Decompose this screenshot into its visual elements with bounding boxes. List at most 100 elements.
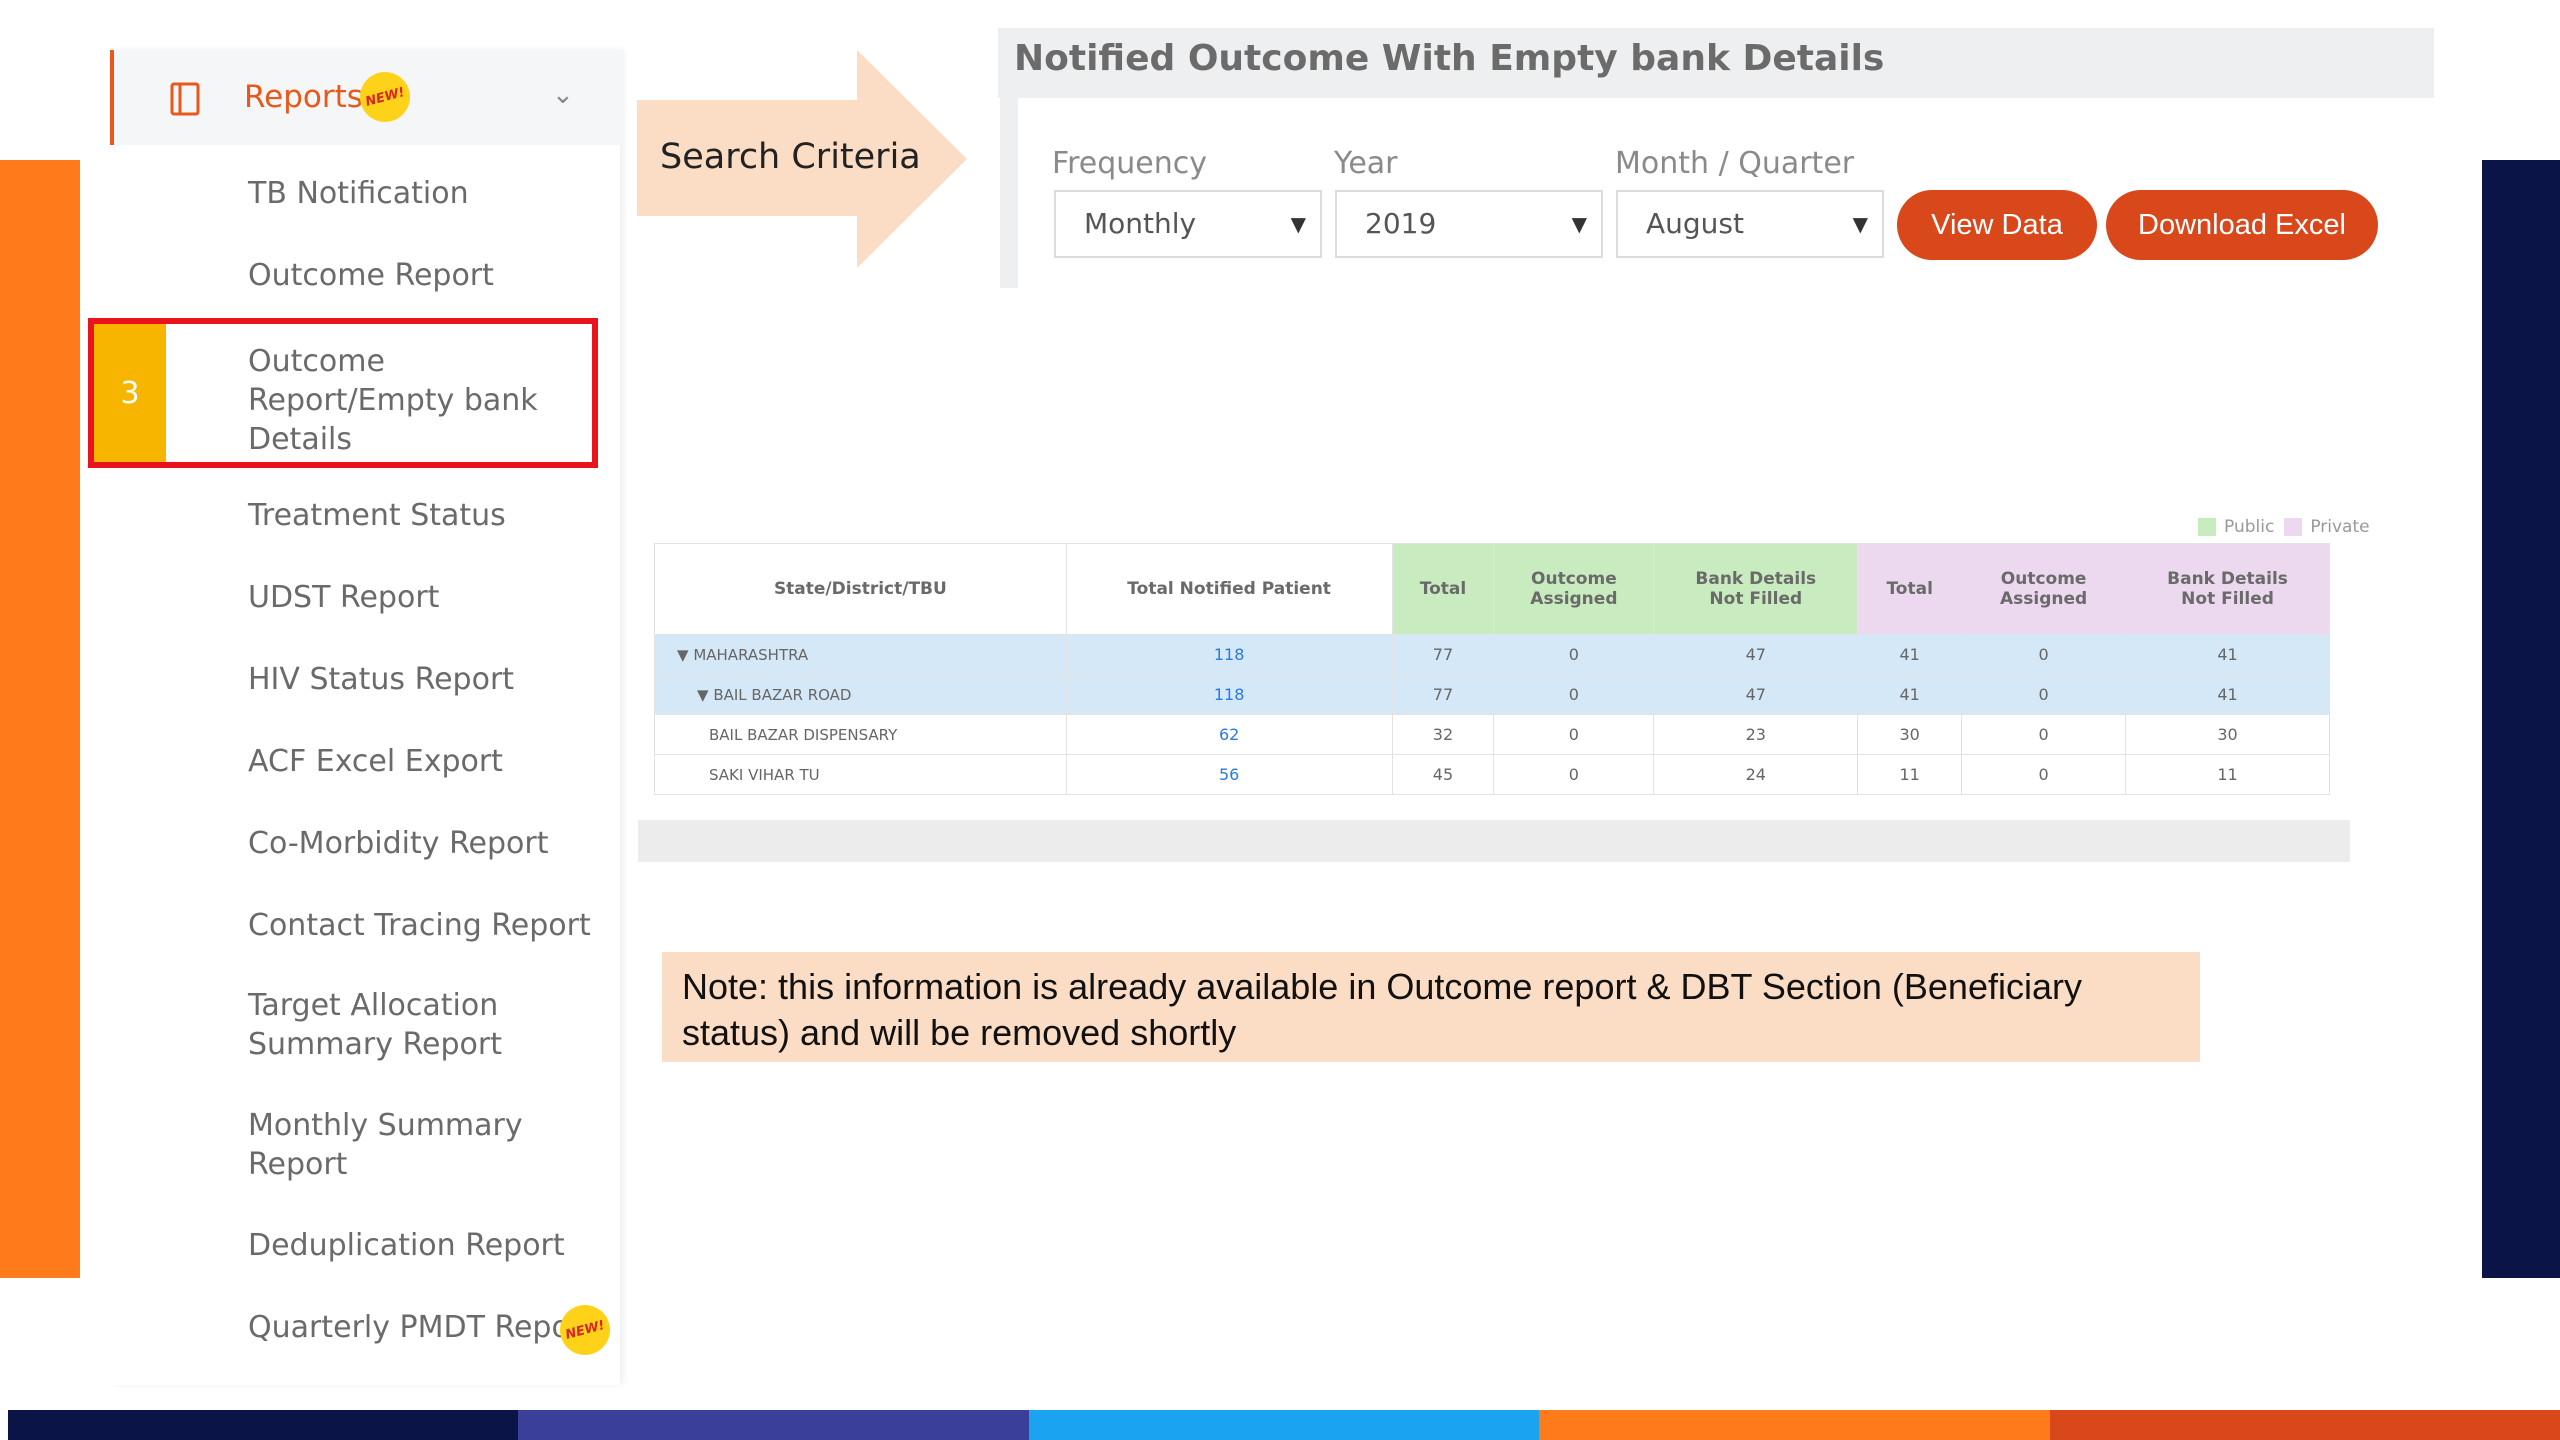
note-banner: Note: this information is already availa… [662,952,2200,1062]
cell: 30 [2125,714,2330,755]
chevron-down-icon[interactable]: ⌄ [552,80,574,110]
download-excel-button[interactable]: Download Excel [2106,190,2378,260]
col-header-name[interactable]: State/District/TBU [654,543,1067,635]
month-quarter-select[interactable]: August ▼ [1616,190,1884,258]
frequency-label: Frequency [1052,146,1207,181]
row-name: MAHARASHTRA [693,645,809,664]
bottom-strip-segment [1539,1410,2050,1440]
bottom-strip-segment [1028,1410,1540,1440]
right-accent-bar [2482,160,2560,1278]
table-row[interactable]: SAKI VIHAR TU 56 45 0 24 11 0 11 [654,754,2330,795]
caret-down-icon: ▼ [1852,212,1868,236]
cell: 0 [1493,714,1655,755]
sidebar-item-treatment-status[interactable]: Treatment Status [248,496,608,535]
table-row[interactable]: ▼ MAHARASHTRA 118 77 0 47 41 0 41 [654,634,2330,675]
frequency-select[interactable]: Monthly ▼ [1054,190,1322,258]
cell: 77 [1391,634,1495,675]
cell: 41 [2125,634,2330,675]
year-select[interactable]: 2019 ▼ [1335,190,1603,258]
total-notified-cell[interactable]: 118 [1065,634,1393,675]
cell: 0 [1493,754,1655,795]
caret-down-icon: ▼ [1571,212,1587,236]
total-notified-link[interactable]: 118 [1214,685,1245,704]
total-notified-cell[interactable]: 56 [1065,754,1393,795]
horizontal-scrollbar[interactable] [638,820,2350,862]
cell: 23 [1653,714,1859,755]
total-notified-link[interactable]: 56 [1219,765,1239,784]
bottom-strip-segment [2049,1410,2560,1440]
cell: 77 [1391,674,1495,715]
cell: 32 [1391,714,1495,755]
sidebar-item-outcome-report[interactable]: Outcome Report [248,256,608,295]
sidebar-item-deduplication-report[interactable]: Deduplication Report [248,1226,608,1265]
col-header-public-bank[interactable]: Bank Details Not Filled [1653,543,1859,635]
cell: 30 [1857,714,1963,755]
cell: 47 [1653,674,1859,715]
cell: 41 [2125,674,2330,715]
sidebar-item-udst-report[interactable]: UDST Report [248,578,608,617]
sidebar-item-empty-bank-details[interactable]: 3 Outcome Report/Empty bank Details [88,318,598,468]
total-notified-cell[interactable]: 118 [1065,674,1393,715]
cell: 47 [1653,634,1859,675]
left-accent-bar [0,160,80,1278]
search-criteria-label: Search Criteria [660,137,921,177]
sidebar-item-label: Outcome Report/Empty bank Details [248,344,538,457]
row-name-cell: ▼ BAIL BAZAR ROAD [654,674,1067,715]
sidebar-item-quarterly-pmdt[interactable]: Quarterly PMDT Report [248,1308,588,1347]
cell: 41 [1857,634,1963,675]
book-icon [170,82,200,116]
legend-public-swatch [2198,518,2216,536]
table-header-row: State/District/TBU Total Notified Patien… [654,543,2330,635]
legend-public-label: Public [2224,517,2275,537]
sidebar: Reports NEW! ⌄ [110,50,624,1385]
sidebar-item-target-allocation[interactable]: Target Allocation Summary Report [248,986,608,1064]
cell: 0 [1961,754,2127,795]
sidebar-item-monthly-summary[interactable]: Monthly Summary Report [248,1106,608,1184]
cell: 0 [1961,714,2127,755]
sidebar-item-contact-tracing-report[interactable]: Contact Tracing Report [248,906,608,945]
legend: Public Private [2188,517,2370,537]
cell: 11 [2125,754,2330,795]
col-header-public-outcome[interactable]: Outcome Assigned [1493,543,1655,635]
cell: 41 [1857,674,1963,715]
cell: 0 [1961,674,2127,715]
col-header-total-notified[interactable]: Total Notified Patient [1065,543,1393,635]
month-quarter-label: Month / Quarter [1615,146,1855,181]
total-notified-link[interactable]: 118 [1214,645,1245,664]
table-row[interactable]: BAIL BAZAR DISPENSARY 62 32 0 23 30 0 30 [654,714,2330,755]
sidebar-item-tb-notification[interactable]: TB Notification [248,174,608,213]
month-value: August [1646,207,1744,240]
sidebar-item-co-morbidity-report[interactable]: Co-Morbidity Report [248,824,608,863]
cell: 0 [1961,634,2127,675]
expand-toggle-icon[interactable]: ▼ [677,646,689,664]
panel-edge [1000,98,1018,288]
total-notified-link[interactable]: 62 [1219,725,1239,744]
view-data-button[interactable]: View Data [1897,190,2097,260]
bottom-color-strip [8,1410,2560,1440]
year-value: 2019 [1365,207,1437,240]
col-header-private-outcome[interactable]: Outcome Assigned [1961,543,2127,635]
col-header-public-total[interactable]: Total [1391,543,1495,635]
frequency-value: Monthly [1084,207,1197,240]
sidebar-item-acf-excel-export[interactable]: ACF Excel Export [248,742,608,781]
bottom-strip-segment [518,1410,1029,1440]
total-notified-cell[interactable]: 62 [1065,714,1393,755]
row-name-cell: SAKI VIHAR TU [654,754,1067,795]
row-name: BAIL BAZAR ROAD [713,685,852,704]
row-name-cell: BAIL BAZAR DISPENSARY [654,714,1067,755]
sidebar-item-hiv-status-report[interactable]: HIV Status Report [248,660,608,699]
cell: 0 [1493,634,1655,675]
cell: 24 [1653,754,1859,795]
col-header-private-bank[interactable]: Bank Details Not Filled [2125,543,2330,635]
page-title: Notified Outcome With Empty bank Details [1014,38,1885,79]
table-row[interactable]: ▼ BAIL BAZAR ROAD 118 77 0 47 41 0 41 [654,674,2330,715]
col-header-private-total[interactable]: Total [1857,543,1963,635]
expand-toggle-icon[interactable]: ▼ [697,686,709,704]
new-badge: NEW! [354,66,416,128]
step-number-badge: 3 [94,324,166,462]
year-label: Year [1334,146,1398,181]
sidebar-reports-header[interactable]: Reports NEW! ⌄ [110,50,624,145]
cell: 0 [1493,674,1655,715]
sidebar-reports-title: Reports [244,79,363,115]
caret-down-icon: ▼ [1290,212,1306,236]
